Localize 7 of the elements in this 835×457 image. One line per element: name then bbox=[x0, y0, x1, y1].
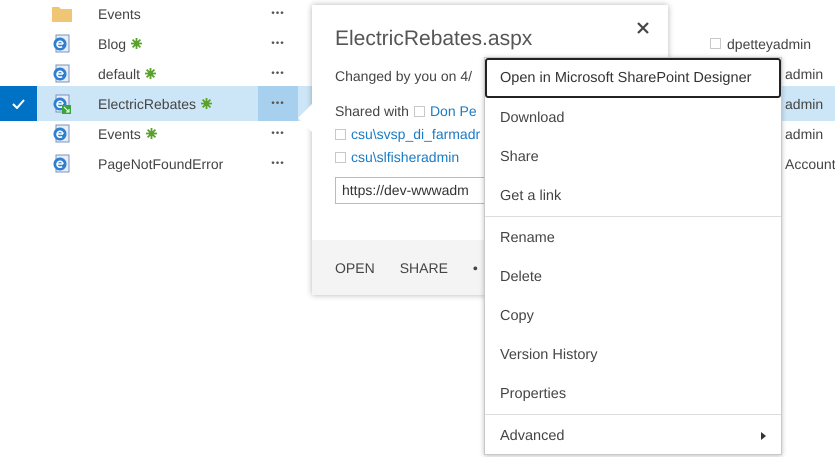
callout-title: ElectricRebates.aspx bbox=[335, 27, 534, 51]
user-name: admin bbox=[785, 66, 824, 82]
shared-with-label: Shared with bbox=[335, 103, 409, 119]
user-name: admin bbox=[785, 96, 824, 112]
user-name: dpetteyadmin bbox=[727, 36, 812, 52]
user-name: admin bbox=[785, 126, 824, 142]
modified-text: Changed by you on 4/ bbox=[335, 68, 472, 84]
